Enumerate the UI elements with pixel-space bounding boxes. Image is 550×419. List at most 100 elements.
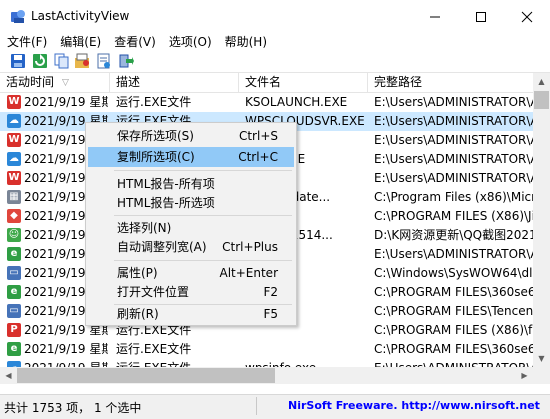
cell-fullpath: C:\Program Files (x86)\Microsc (374, 190, 533, 204)
menu-file[interactable]: 文件(F) (0, 33, 53, 52)
app-icon (11, 10, 25, 23)
vertical-scroll-thumb[interactable] (534, 91, 549, 109)
cell-fullpath: E:\Users\ADMINISTRATOR\App (374, 171, 533, 185)
cell-fullpath: E:\Users\ADMINISTRATOR\App (374, 152, 533, 166)
file-type-icon: e (7, 342, 21, 356)
ctx-refresh[interactable]: 刷新(R) F5 (88, 305, 294, 324)
menu-help[interactable]: 帮助(H) (218, 33, 273, 52)
menu-view[interactable]: 查看(V) (107, 33, 162, 52)
file-type-icon: W (7, 133, 21, 147)
ctx-choose-columns[interactable]: 选择列(N) (88, 218, 294, 238)
title-bar: LastActivityView (0, 0, 550, 33)
cell-fullpath: E:\Users\ADMINISTRATOR\App (374, 247, 533, 261)
status-separator (256, 397, 257, 415)
ctx-label: 选择列(N) (117, 221, 172, 235)
vertical-scrollbar[interactable]: ▲ ▼ (533, 73, 550, 367)
cell-description: 运行.EXE文件 (116, 359, 237, 367)
column-header-time[interactable]: 活动时间 ▽ (0, 73, 110, 92)
properties-icon[interactable] (74, 53, 90, 69)
exit-icon[interactable] (118, 53, 134, 69)
cell-fullpath: E:\Users\ADMINISTRATOR\App (374, 95, 533, 109)
scroll-left-icon[interactable]: ◀ (0, 367, 17, 384)
cell-time: 2021/9/19 星期... (24, 95, 108, 109)
ctx-copy-selected[interactable]: 复制所选项(C) Ctrl+C (88, 147, 294, 167)
ctx-html-report-all[interactable]: HTML报告-所有项 (88, 174, 294, 194)
file-type-icon: ☁ (7, 114, 21, 128)
cell-fullpath: E:\Users\ADMINISTRATOR\App (374, 114, 533, 128)
scroll-up-icon[interactable]: ▲ (533, 73, 550, 90)
ctx-shortcut: Ctrl+Plus (222, 240, 278, 254)
cell-fullpath: C:\PROGRAM FILES\360se6\API (374, 342, 533, 356)
html-report-icon[interactable] (96, 53, 112, 69)
ctx-open-file-location[interactable]: 打开文件位置 F2 (88, 282, 294, 302)
window-title: LastActivityView (31, 9, 130, 23)
ctx-label: 自动调整列宽(A) (117, 240, 207, 254)
ctx-label: 复制所选项(C) (117, 150, 195, 164)
ctx-label: HTML报告-所选项 (117, 196, 215, 210)
cell-filename: KSOLAUNCH.EXE (245, 95, 348, 109)
maximize-button[interactable] (458, 0, 504, 33)
copy-icon[interactable] (54, 53, 70, 69)
save-icon[interactable] (10, 53, 26, 69)
file-type-icon: ▦ (7, 190, 21, 204)
cell-fullpath: E:\Users\ADMINISTRATOR\App (374, 359, 533, 367)
refresh-icon[interactable] (32, 53, 48, 69)
cell-description: 运行.EXE文件 (116, 95, 192, 109)
cell-time: 2021/9/19 星期... (24, 359, 108, 367)
sort-descending-icon: ▽ (62, 78, 69, 88)
minimize-icon (430, 16, 440, 17)
ctx-auto-size-columns[interactable]: 自动调整列宽(A) Ctrl+Plus (88, 237, 294, 257)
column-label: 活动时间 (6, 75, 55, 89)
file-type-icon: ◆ (7, 209, 21, 223)
status-count: 共计 1753 项， 1 个选中 (4, 401, 142, 415)
file-type-icon: ☺ (7, 228, 21, 242)
ctx-label: 刷新(R) (117, 307, 159, 321)
file-type-icon: ▭ (7, 304, 21, 318)
ctx-label: 属性(P) (117, 266, 158, 280)
table-row[interactable]: e2021/9/19 星期... 运行.EXE文件 C:\PROGRAM FILES… (0, 340, 533, 359)
file-type-icon: ☁ (7, 152, 21, 166)
menu-edit[interactable]: 编辑(E) (53, 33, 107, 52)
cell-fullpath: C:\PROGRAM FILES\360se6\API (374, 285, 533, 299)
ctx-save-selected[interactable]: 保存所选项(S) Ctrl+S (88, 126, 294, 146)
cell-fullpath: C:\PROGRAM FILES\Tencent\QC (374, 304, 533, 318)
app-window: LastActivityView 文件(F) 编辑(E) 查看(V) 选项(O)… (0, 0, 550, 419)
ctx-html-report-selected[interactable]: HTML报告-所选项 (88, 193, 294, 213)
column-header-description[interactable]: 描述 (110, 73, 239, 92)
ctx-properties[interactable]: 属性(P) Alt+Enter (88, 263, 294, 283)
cell-filename: wpsinfo.exe (245, 359, 365, 367)
horizontal-scrollbar[interactable]: ◀ ▶ (0, 367, 533, 384)
close-button[interactable] (504, 0, 550, 33)
file-type-icon: W (7, 171, 21, 185)
table-row[interactable]: W2021/9/19 星期... 运行.EXE文件 KSOLAUNCH.EXE E:\… (0, 93, 533, 112)
ctx-separator (114, 260, 292, 261)
column-header-filename[interactable]: 文件名 (239, 73, 368, 92)
cell-fullpath: C:\PROGRAM FILES (X86)\JiKeF (374, 209, 533, 223)
cell-description: 运行.EXE文件 (116, 342, 192, 356)
scrollbar-corner (533, 367, 550, 384)
ctx-shortcut: Alt+Enter (219, 266, 278, 280)
file-type-icon: e (7, 285, 21, 299)
ctx-shortcut: F5 (263, 307, 278, 321)
column-header-fullpath[interactable]: 完整路径 (368, 73, 533, 92)
horizontal-scroll-thumb[interactable] (17, 368, 275, 383)
menu-options[interactable]: 选项(O) (162, 33, 218, 52)
maximize-icon (476, 11, 486, 22)
ctx-separator (114, 170, 292, 171)
ctx-label: 保存所选项(S) (117, 129, 194, 143)
scroll-right-icon[interactable]: ▶ (516, 367, 533, 384)
close-icon (521, 11, 533, 22)
table-row[interactable]: ☁2021/9/19 星期...运行.EXE文件wpsinfo.exeE:\Us… (0, 359, 533, 367)
file-type-icon: W (7, 95, 21, 109)
minimize-button[interactable] (412, 0, 458, 33)
toolbar (0, 52, 550, 73)
menu-bar: 文件(F) 编辑(E) 查看(V) 选项(O) 帮助(H) (0, 33, 550, 52)
ctx-separator (114, 215, 292, 216)
nirsoft-link[interactable]: NirSoft Freeware. http://www.nirsoft.net (288, 399, 540, 412)
ctx-label: 打开文件位置 (117, 285, 190, 299)
ctx-shortcut: Ctrl+C (238, 150, 278, 164)
file-type-icon: P (7, 323, 21, 337)
scroll-down-icon[interactable]: ▼ (533, 350, 550, 367)
ctx-shortcut: Ctrl+S (238, 129, 278, 143)
cell-fullpath: C:\Windows\SysWOW64\dllhos (374, 266, 533, 280)
